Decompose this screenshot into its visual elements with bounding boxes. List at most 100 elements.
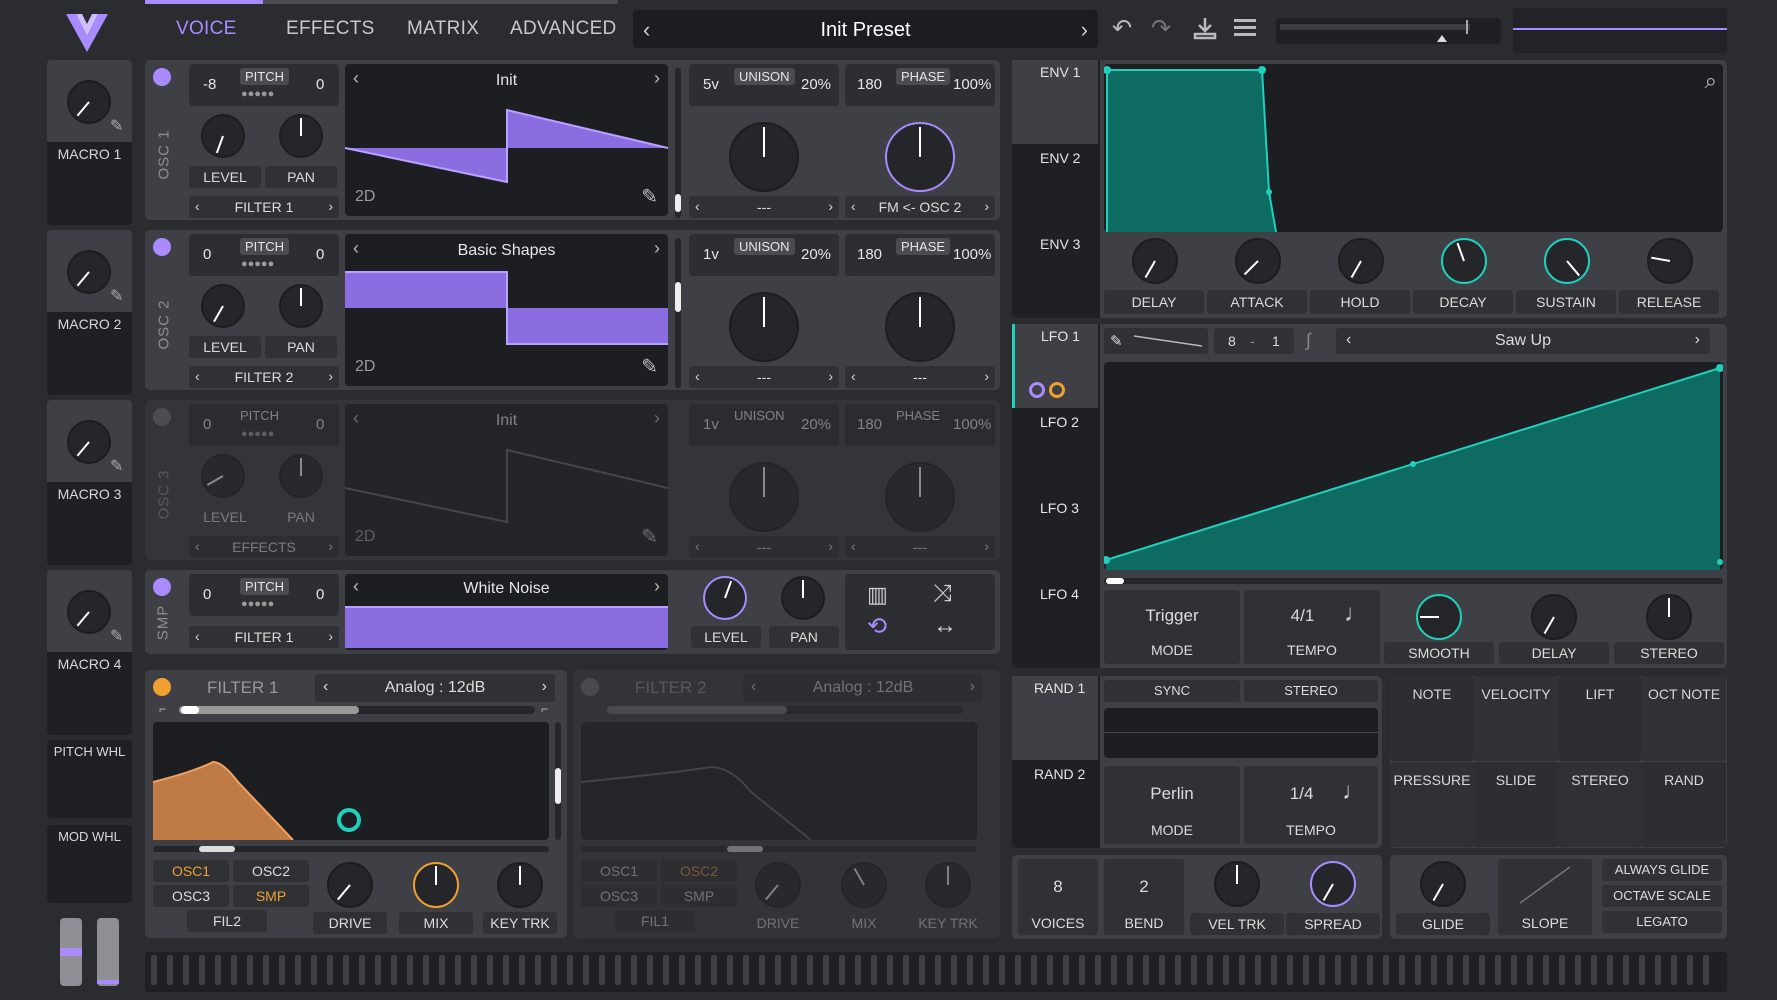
chevron-right-icon[interactable]: › (828, 198, 833, 214)
chevron-left-icon[interactable]: ‹ (323, 678, 328, 696)
osc-3-unison[interactable]: 1v UNISON 20% (689, 404, 839, 446)
piano-key[interactable] (695, 955, 701, 985)
pencil-icon[interactable]: ✎ (641, 354, 658, 379)
chevron-right-icon[interactable]: › (828, 538, 833, 554)
lfo-tempo[interactable]: 4/1 ♩ TEMPO (1244, 590, 1380, 664)
osc-1-unison-select[interactable]: ‹ --- › (689, 196, 839, 218)
lfo-shape-select[interactable]: ‹ Saw Up › (1336, 328, 1710, 354)
lfo-graph[interactable] (1102, 362, 1724, 570)
env-2-tab[interactable]: ENV 2 (1012, 146, 1098, 230)
piano-key[interactable] (1143, 955, 1149, 985)
osc-2-level-knob[interactable] (201, 284, 245, 328)
piano-key[interactable] (295, 955, 301, 985)
piano-key[interactable] (183, 955, 189, 985)
env-delay-knob[interactable] (1132, 238, 1178, 284)
chevron-left-icon[interactable]: ‹ (851, 198, 856, 214)
osc-2-pan-knob[interactable] (279, 284, 323, 328)
piano-key[interactable] (791, 955, 797, 985)
save-icon[interactable] (1193, 16, 1217, 40)
filter-1-drive-knob[interactable] (327, 862, 373, 908)
env-graph[interactable]: ⌕ (1103, 64, 1723, 233)
piano-key[interactable] (855, 955, 861, 985)
env-release-knob[interactable] (1647, 238, 1693, 284)
chevron-right-icon[interactable]: › (328, 538, 333, 554)
always-glide-button[interactable]: ALWAYS GLIDE (1602, 859, 1722, 881)
filter-1-keytrk-knob[interactable] (497, 862, 543, 908)
piano-key[interactable] (535, 955, 541, 985)
piano-key[interactable] (983, 955, 989, 985)
sample-toggle[interactable] (153, 578, 171, 596)
rand-sync-button[interactable]: SYNC (1104, 680, 1240, 702)
random-phase-icon[interactable]: ⤨ (933, 580, 952, 608)
macro-3[interactable]: ✎ MACRO 3 (47, 400, 132, 565)
rand-tempo[interactable]: 1/4 ♩ TEMPO (1244, 766, 1378, 844)
piano-key[interactable] (1623, 955, 1629, 985)
piano-key[interactable] (903, 955, 909, 985)
osc-3-destination[interactable]: ‹ EFFECTS › (189, 536, 339, 558)
piano-key[interactable] (551, 955, 557, 985)
piano-key[interactable] (1255, 955, 1261, 985)
piano-key[interactable] (759, 955, 765, 985)
chevron-left-icon[interactable]: ‹ (195, 368, 200, 384)
piano-key[interactable] (375, 955, 381, 985)
piano-key[interactable] (919, 955, 925, 985)
menu-icon[interactable] (1234, 19, 1256, 37)
osc-3-phase[interactable]: 180 PHASE 100% (845, 404, 995, 446)
piano-key[interactable] (615, 955, 621, 985)
pitch-wheel[interactable] (60, 918, 82, 986)
glide-knob[interactable] (1420, 861, 1466, 907)
sample-pan-knob[interactable] (781, 576, 825, 620)
chevron-right-icon[interactable]: › (328, 198, 333, 214)
osc-2-transpose[interactable]: 0 (203, 246, 211, 263)
piano-key[interactable] (663, 955, 669, 985)
piano-key[interactable] (311, 955, 317, 985)
mod-source-note[interactable]: NOTE (1390, 676, 1474, 761)
piano-key[interactable] (1703, 955, 1709, 985)
piano-key[interactable] (1351, 955, 1357, 985)
osc-3-phase-knob[interactable] (885, 462, 955, 532)
piano-key[interactable] (1607, 955, 1613, 985)
mod-source-pressure[interactable]: PRESSURE (1390, 762, 1474, 847)
piano-key[interactable] (407, 955, 413, 985)
preset-selector[interactable]: ‹ Init Preset › (633, 10, 1098, 48)
piano-key[interactable] (727, 955, 733, 985)
sample-level-knob[interactable] (703, 576, 747, 620)
osc-2-phase-random[interactable]: 100% (953, 246, 991, 263)
filter-1-type[interactable]: ‹ Analog : 12dB › (315, 674, 555, 702)
smooth-curve-icon[interactable]: ∫ (1306, 330, 1311, 351)
lfo-grid[interactable]: 8 - 1 (1214, 328, 1294, 354)
osc-2-unison-knob[interactable] (729, 292, 799, 362)
filter-1-scrollbar[interactable] (555, 722, 561, 840)
piano-key[interactable] (519, 955, 525, 985)
mod-wheel[interactable] (97, 918, 119, 986)
macro-2-knob[interactable] (67, 250, 111, 294)
piano-key[interactable] (1191, 955, 1197, 985)
osc-3-unison-select[interactable]: ‹ --- › (689, 536, 839, 558)
filter-1-src-osc2[interactable]: OSC2 (233, 860, 309, 882)
mod-source-rand[interactable]: RAND (1642, 762, 1726, 847)
slope-control[interactable]: SLOPE (1498, 859, 1592, 935)
macro-1-knob[interactable] (67, 80, 111, 124)
filter-2-drive-knob[interactable] (755, 862, 801, 908)
osc-3-unison-voices[interactable]: 1v (703, 416, 719, 433)
mod-source-slide[interactable]: SLIDE (1474, 762, 1558, 847)
piano-key[interactable] (743, 955, 749, 985)
chevron-left-icon[interactable]: ‹ (695, 538, 700, 554)
chevron-left-icon[interactable]: ‹ (751, 678, 756, 696)
piano-key[interactable] (487, 955, 493, 985)
chevron-right-icon[interactable]: › (984, 198, 989, 214)
bend-control[interactable]: 2 BEND (1104, 859, 1184, 935)
piano-key[interactable] (1415, 955, 1421, 985)
piano-key[interactable] (1655, 955, 1661, 985)
filter-1-src-smp[interactable]: SMP (233, 885, 309, 907)
logo[interactable] (62, 8, 112, 56)
piano-key[interactable] (1671, 955, 1677, 985)
note-icon[interactable]: ♩ (1344, 600, 1368, 628)
osc-1-tune[interactable]: 0 (316, 76, 324, 93)
piano-key[interactable] (1543, 955, 1549, 985)
filter-1-fil2[interactable]: FIL2 (187, 910, 267, 932)
piano-key[interactable] (647, 955, 653, 985)
piano-key[interactable] (439, 955, 445, 985)
lfo-smooth-knob[interactable] (1416, 594, 1462, 640)
osc-2-wavetable[interactable]: ‹ Basic Shapes › 2D ✎ (345, 234, 668, 386)
